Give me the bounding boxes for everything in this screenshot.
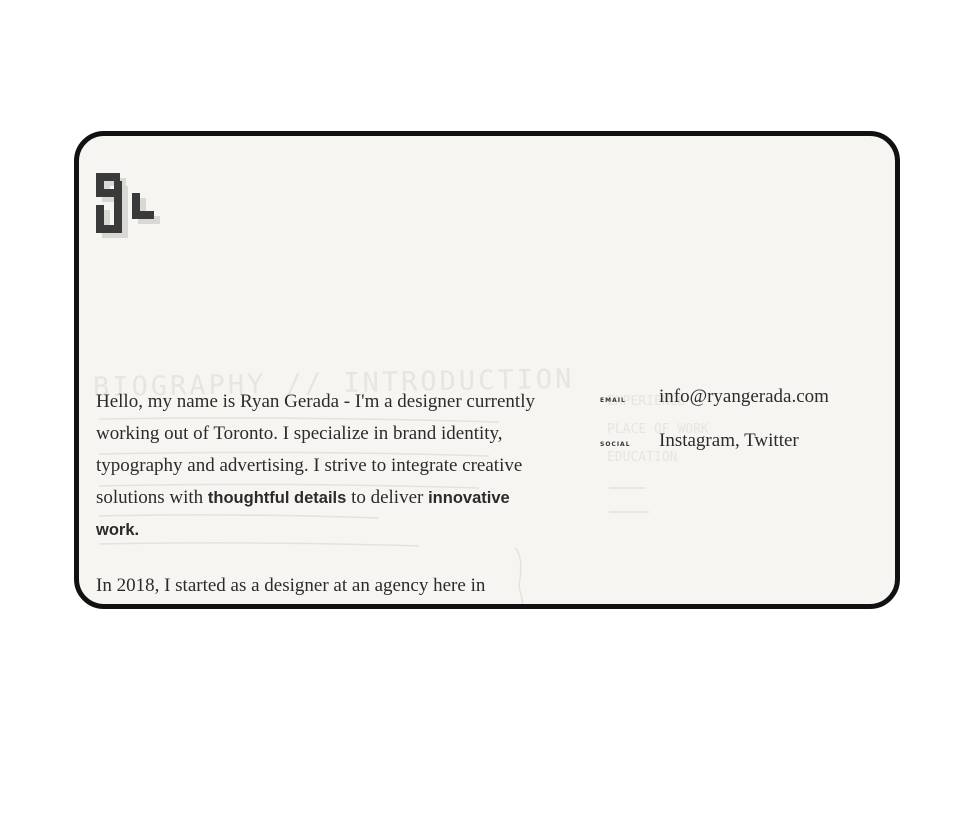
- contact-email-row: EMAIL info@ryangerada.com: [600, 386, 829, 430]
- bio-paragraph-2: In 2018, I started as a designer at an a…: [96, 575, 486, 596]
- monogram-logo-icon[interactable]: [96, 173, 166, 245]
- social-links: Instagram, Twitter: [659, 430, 799, 451]
- email-link[interactable]: info@ryangerada.com: [659, 386, 829, 408]
- contact-social-row: SOCIAL Instagram, Twitter: [600, 430, 829, 474]
- biography-text: Hello, my name is Ryan Gerada - I'm a de…: [96, 386, 536, 604]
- bio-emphasis-details: thoughtful details: [207, 489, 347, 507]
- social-label: SOCIAL: [600, 441, 631, 448]
- portfolio-window: BIOGRAPHY // INTRODUCTION EXPERIENCE PLA…: [74, 131, 900, 609]
- bio-paragraph-1: Hello, my name is Ryan Gerada - I'm a de…: [96, 391, 535, 539]
- twitter-link[interactable]: Twitter: [744, 430, 799, 451]
- email-label: EMAIL: [600, 397, 626, 404]
- instagram-link[interactable]: Instagram: [659, 430, 735, 451]
- contact-info: EMAIL info@ryangerada.com SOCIAL Instagr…: [600, 386, 829, 474]
